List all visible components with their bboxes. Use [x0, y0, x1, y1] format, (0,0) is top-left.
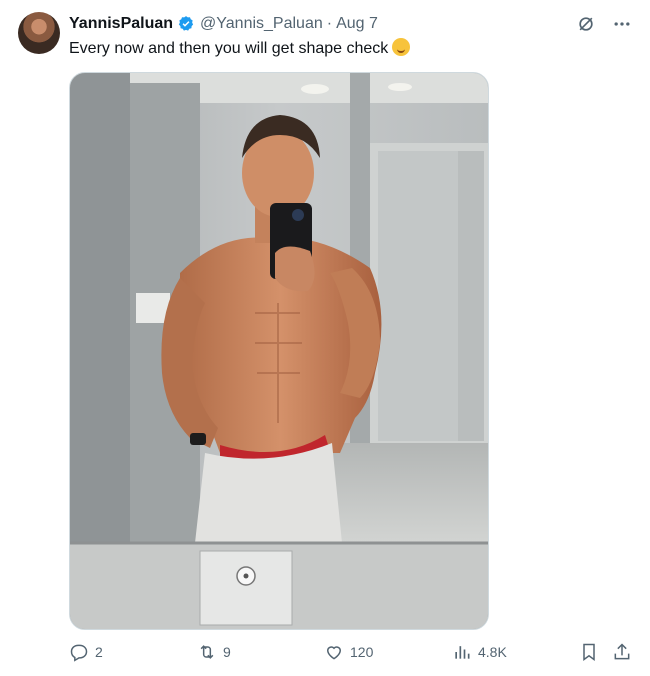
verified-badge-icon[interactable]	[177, 15, 195, 33]
tweet-text: Every now and then you will get shape ch…	[69, 38, 411, 59]
tweet-top-icons	[576, 14, 632, 34]
like-button[interactable]: 120	[324, 640, 373, 664]
like-count: 120	[350, 644, 374, 660]
tweet-text-content: Every now and then you will get shape ch…	[69, 40, 389, 57]
smiling-emoji-icon	[392, 38, 411, 56]
share-icon	[614, 643, 630, 660]
views-count: 4.8K	[478, 644, 507, 660]
author-avatar[interactable]	[18, 12, 60, 54]
author-handle[interactable]: @Yannis_Paluan	[200, 15, 323, 33]
reply-button[interactable]: 2	[69, 640, 103, 664]
retweet-count: 9	[223, 644, 231, 660]
share-button[interactable]	[612, 640, 632, 664]
views-icon	[455, 646, 470, 659]
reply-count: 2	[95, 644, 103, 660]
reply-icon	[70, 644, 88, 662]
bookmark-icon	[583, 643, 595, 661]
author-display-name[interactable]: YannisPaluan	[69, 15, 173, 33]
views-button[interactable]: 4.8K	[452, 640, 507, 664]
tweet-header: YannisPaluan @Yannis_Paluan · Aug 7	[69, 14, 378, 34]
tweet-actions: 2 9 120 4.8K	[69, 640, 634, 664]
like-icon	[326, 646, 342, 660]
mirror-selfie-illustration	[70, 73, 488, 629]
retweet-button[interactable]: 9	[197, 640, 231, 664]
grok-icon[interactable]	[576, 14, 596, 34]
separator-dot: ·	[326, 15, 333, 32]
tweet-photo[interactable]	[69, 72, 489, 630]
retweet-icon	[200, 645, 214, 659]
bookmark-button[interactable]	[579, 640, 599, 664]
more-icon[interactable]	[612, 14, 632, 34]
tweet-date[interactable]: Aug 7	[336, 15, 378, 33]
